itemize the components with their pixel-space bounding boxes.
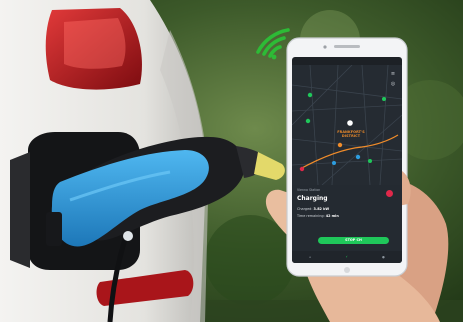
station-caption: Vienna Station	[297, 188, 321, 192]
map-marker	[337, 142, 343, 148]
map-district-label: FRANKFORT'S DISTRICT	[337, 130, 365, 138]
plug-release-button	[123, 231, 133, 241]
phone-screen: FRANKFORT'S DISTRICT ≡ ◎ Vienna Station …	[292, 57, 402, 263]
phone-tab-bar: ⌂ ⚡ ●	[292, 251, 402, 263]
map-marker	[347, 120, 353, 126]
tab-map[interactable]: ⌂	[309, 255, 311, 259]
smartphone-home-button	[344, 267, 350, 273]
map-marker	[307, 92, 313, 98]
charged-label: Charged:	[297, 207, 313, 211]
charged-value: 3.82 kW	[313, 207, 330, 211]
charging-sheet: Vienna Station Charging Charged: 3.82 kW…	[292, 185, 402, 251]
tail-light-highlight	[64, 18, 126, 69]
map-streets	[292, 64, 402, 186]
map-view[interactable]: FRANKFORT'S DISTRICT ≡ ◎	[292, 64, 402, 186]
charging-tab-icon: ⚡	[345, 255, 348, 259]
charged-row: Charged: 3.82 kW	[297, 207, 329, 211]
stop-charging-button[interactable]: STOP CH	[318, 237, 389, 244]
map-marker	[305, 118, 311, 124]
wifi-icon-dot	[271, 54, 277, 60]
time-remaining-label: Time remaining:	[297, 214, 325, 218]
time-remaining-value: 42 min	[325, 214, 339, 218]
tab-profile[interactable]: ●	[382, 255, 385, 259]
layers-icon[interactable]: ≡	[390, 71, 396, 77]
plug-latch	[46, 212, 62, 246]
map-marker	[332, 161, 336, 165]
charging-port-lid	[10, 152, 30, 268]
time-remaining-row: Time remaining: 42 min	[297, 214, 339, 218]
locate-icon[interactable]: ◎	[390, 81, 396, 87]
map-tab-icon: ⌂	[309, 255, 312, 259]
ev-charging-scene: FRANKFORT'S DISTRICT ≡ ◎ Vienna Station …	[0, 0, 463, 322]
phone-status-bar	[292, 57, 402, 65]
map-marker	[382, 97, 386, 101]
smartphone-speaker	[334, 45, 360, 48]
smartphone-camera	[323, 45, 327, 49]
map-marker	[368, 159, 372, 163]
charging-status-title: Charging	[297, 195, 328, 202]
tab-charging[interactable]: ⚡	[345, 255, 347, 259]
station-pin-icon	[386, 190, 393, 197]
profile-tab-icon: ●	[382, 255, 385, 259]
map-marker	[355, 154, 361, 160]
map-marker	[299, 166, 305, 172]
